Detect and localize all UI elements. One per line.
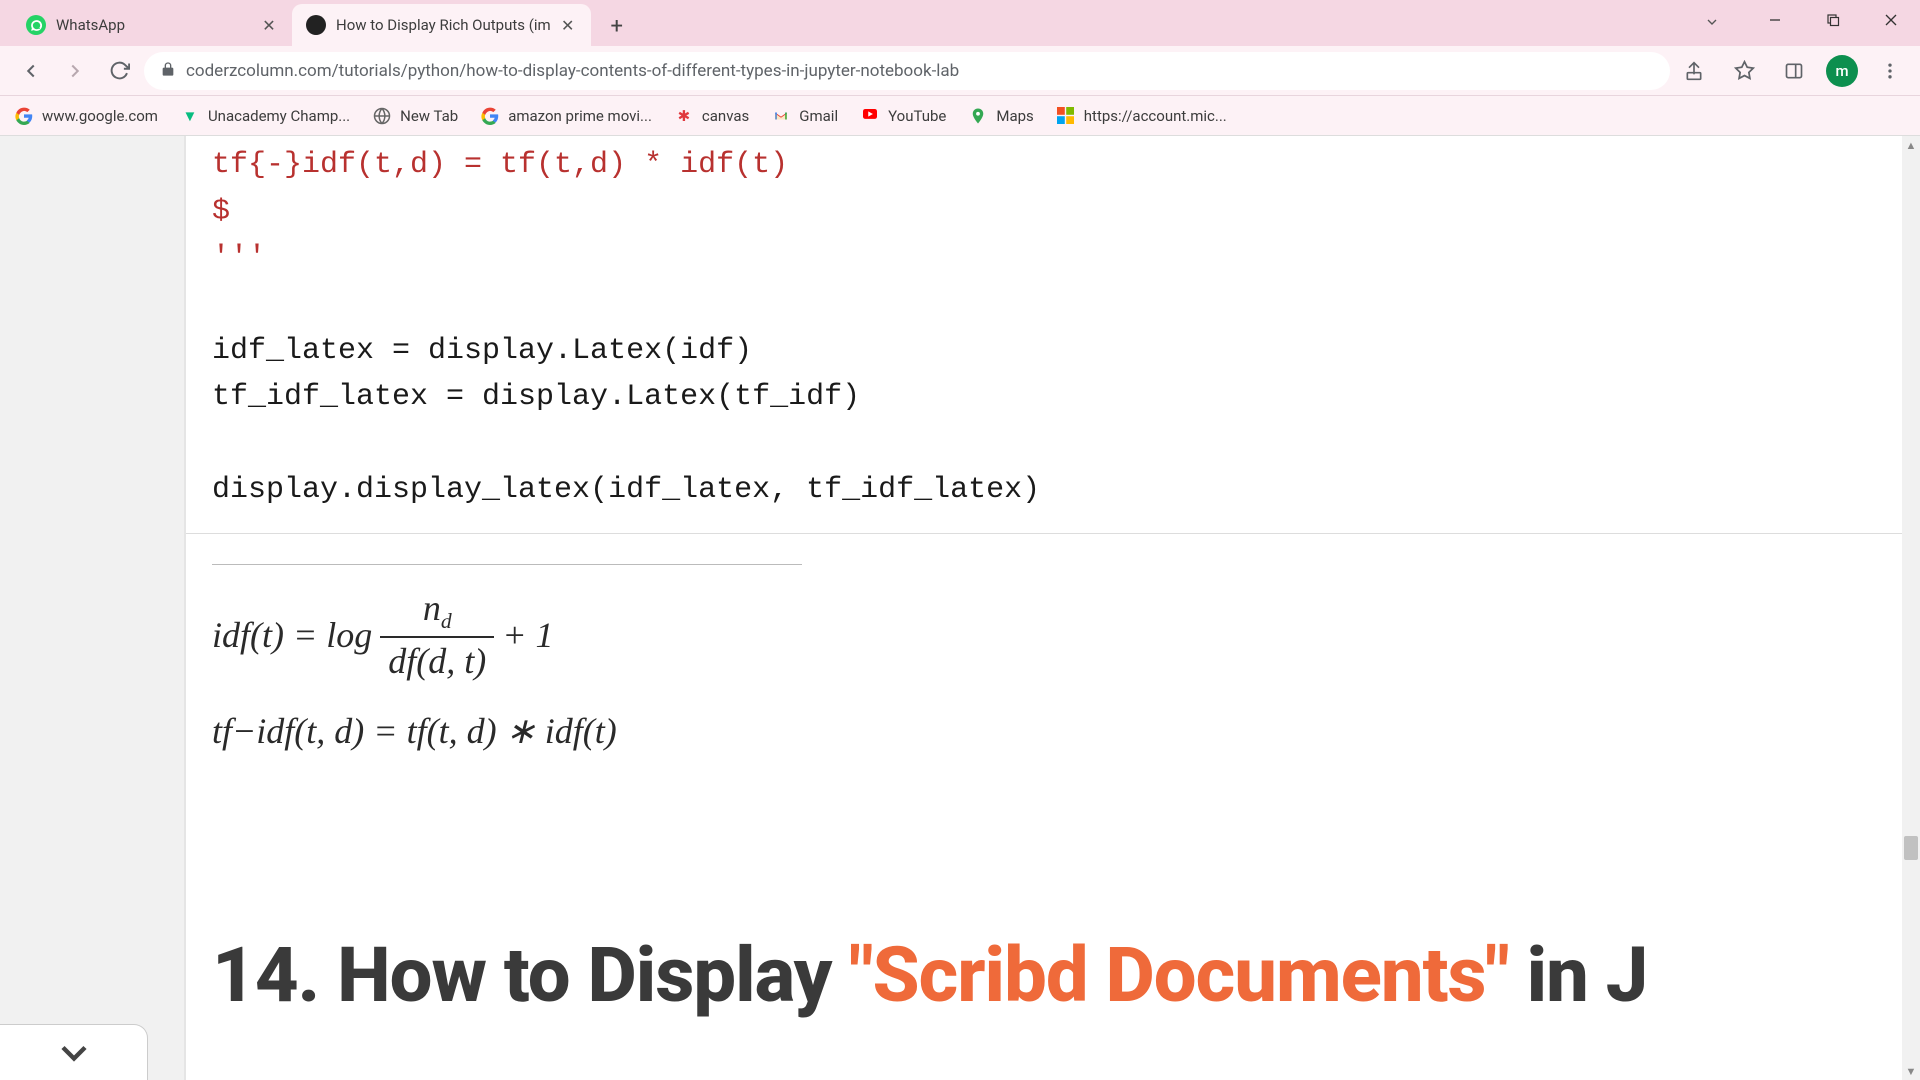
bookmark-gmail[interactable]: Gmail (771, 106, 838, 126)
unacademy-icon: ▼ (180, 106, 200, 126)
google-icon (480, 106, 500, 126)
sidepanel-icon[interactable] (1776, 53, 1812, 89)
reload-button[interactable] (100, 52, 138, 90)
lock-icon (160, 61, 176, 81)
section-heading-wrap: 14. How to Display "Scribd Documents" in… (186, 840, 1920, 1060)
url-text: coderzcolumn.com/tutorials/python/how-to… (186, 61, 1654, 81)
canvas-icon: ✱ (674, 106, 694, 126)
bookmark-google[interactable]: www.google.com (14, 106, 158, 126)
bookmark-microsoft[interactable]: https://account.mic... (1056, 106, 1227, 126)
bookmark-newtab[interactable]: New Tab (372, 106, 458, 126)
code-line: idf_latex = display.Latex(idf) (212, 328, 1894, 375)
bookmark-maps[interactable]: Maps (968, 106, 1033, 126)
profile-avatar[interactable]: m (1826, 55, 1858, 87)
browser-titlebar: WhatsApp ✕ How to Display Rich Outputs (… (0, 0, 1920, 46)
microsoft-icon (1056, 106, 1076, 126)
google-icon (14, 106, 34, 126)
code-line: display.display_latex(idf_latex, tf_idf_… (212, 467, 1894, 514)
bookmark-canvas[interactable]: ✱canvas (674, 106, 749, 126)
forward-button[interactable] (56, 52, 94, 90)
latex-output: idf(t) = log nd df(d, t) + 1 tf−idf(t, d… (186, 534, 1920, 840)
code-line: tf{-}idf(t,d) = tf(t,d) * idf(t) (212, 142, 1894, 189)
collapse-toggle[interactable] (0, 1024, 148, 1080)
bookmarks-bar: www.google.com ▼Unacademy Champ... New T… (0, 96, 1920, 136)
maps-icon (968, 106, 988, 126)
maximize-button[interactable] (1804, 0, 1862, 40)
page-content: tf{-}idf(t,d) = tf(t,d) * idf(t) $ ''' i… (0, 136, 1920, 1080)
code-line: ''' (212, 235, 1894, 282)
tab-title: WhatsApp (56, 16, 252, 34)
bookmark-youtube[interactable]: YouTube (860, 106, 946, 126)
minimize-button[interactable] (1746, 0, 1804, 40)
url-input[interactable]: coderzcolumn.com/tutorials/python/how-to… (144, 52, 1670, 90)
tab-whatsapp[interactable]: WhatsApp ✕ (12, 4, 292, 46)
vertical-scrollbar[interactable]: ▲ ▼ (1902, 136, 1920, 1080)
site-favicon (306, 15, 326, 35)
scroll-down-arrow[interactable]: ▼ (1902, 1062, 1920, 1080)
address-bar: coderzcolumn.com/tutorials/python/how-to… (0, 46, 1920, 96)
globe-icon (372, 106, 392, 126)
close-window-button[interactable] (1862, 0, 1920, 40)
code-line: $ (212, 189, 1894, 236)
code-line: tf_idf_latex = display.Latex(tf_idf) (212, 374, 1894, 421)
tab-search-button[interactable] (1704, 14, 1720, 34)
youtube-icon (860, 106, 880, 126)
article-page: tf{-}idf(t,d) = tf(t,d) * idf(t) $ ''' i… (186, 136, 1920, 1080)
chevron-down-icon (52, 1031, 96, 1075)
left-gutter (0, 136, 186, 1080)
bookmark-amazon[interactable]: amazon prime movi... (480, 106, 652, 126)
new-tab-button[interactable]: + (599, 8, 635, 44)
math-equation-2: tf−idf(t, d) = tf(t, d) ∗ idf(t) (212, 710, 1894, 752)
share-icon[interactable] (1676, 53, 1712, 89)
window-controls (1746, 0, 1920, 40)
math-equation-1: idf(t) = log nd df(d, t) + 1 (212, 587, 1894, 682)
scroll-up-arrow[interactable]: ▲ (1902, 136, 1920, 154)
bookmark-star-icon[interactable] (1726, 53, 1762, 89)
code-block: tf{-}idf(t,d) = tf(t,d) * idf(t) $ ''' i… (186, 136, 1920, 534)
section-heading: 14. How to Display "Scribd Documents" in… (212, 930, 1894, 1020)
close-icon[interactable]: ✕ (559, 16, 577, 34)
tab-title: How to Display Rich Outputs (im (336, 16, 551, 34)
bookmark-unacademy[interactable]: ▼Unacademy Champ... (180, 106, 350, 126)
output-divider (212, 564, 802, 565)
tab-active[interactable]: How to Display Rich Outputs (im ✕ (292, 4, 591, 46)
whatsapp-icon (26, 15, 46, 35)
menu-icon[interactable] (1872, 53, 1908, 89)
close-icon[interactable]: ✕ (260, 16, 278, 34)
back-button[interactable] (12, 52, 50, 90)
scrollbar-thumb[interactable] (1904, 836, 1918, 860)
gmail-icon (771, 106, 791, 126)
